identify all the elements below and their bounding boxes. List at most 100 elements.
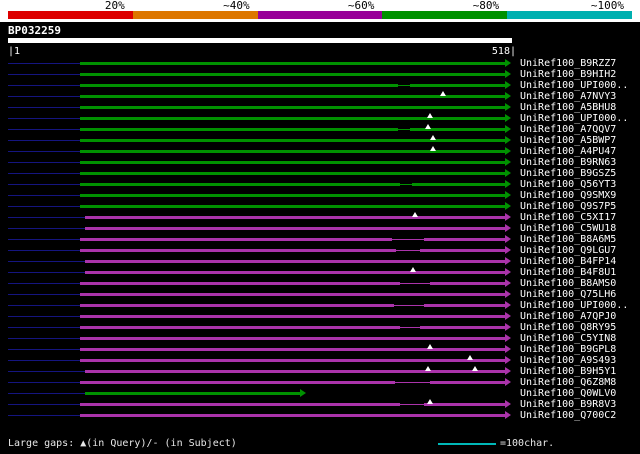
hit-label[interactable]: UniRef100_C5XI17 [520,212,616,223]
leader-line [8,184,80,185]
alignment-direction-arrow-icon [505,235,511,243]
hit-label[interactable]: UniRef100_B8A6M5 [520,234,616,245]
alignment-bar[interactable] [80,84,505,87]
alignment-direction-arrow-icon [505,356,511,364]
alignment-bar[interactable] [85,227,505,230]
alignment-bar[interactable] [80,359,505,362]
alignment-bar[interactable] [85,216,505,219]
alignment-bar[interactable] [80,249,505,252]
alignment-direction-arrow-icon [505,290,511,298]
hit-label[interactable]: UniRef100_B9R8V3 [520,399,616,410]
alignment-row: UniRef100_B9HIH2 [0,69,640,80]
alignment-direction-arrow-icon [505,114,511,122]
identity-key-bar [8,11,632,19]
query-gap-marker-icon [427,113,433,118]
hit-label[interactable]: UniRef100_C5YIN8 [520,333,616,344]
alignment-direction-arrow-icon [505,334,511,342]
alignment-bar[interactable] [80,381,505,384]
query-gap-marker-icon [427,399,433,404]
alignment-direction-arrow-icon [505,147,511,155]
alignment-direction-arrow-icon [505,92,511,100]
alignment-bar[interactable] [80,161,505,164]
hit-label[interactable]: UniRef100_B8AMS0 [520,278,616,289]
hit-label[interactable]: UniRef100_B4F8U1 [520,267,616,278]
alignment-bar[interactable] [85,260,505,263]
alignment-bar[interactable] [80,205,505,208]
hit-label[interactable]: UniRef100_B9HIH2 [520,69,616,80]
hit-label[interactable]: UniRef100_Q75LH6 [520,289,616,300]
alignment-bar[interactable] [80,106,505,109]
hit-label[interactable]: UniRef100_B4FP14 [520,256,616,267]
hit-label[interactable]: UniRef100_B9GSZ5 [520,168,616,179]
alignment-direction-arrow-icon [505,224,511,232]
hit-label[interactable]: UniRef100_Q9LGU7 [520,245,616,256]
alignment-row: UniRef100_B9RN63 [0,157,640,168]
alignment-bar[interactable] [80,128,505,131]
hit-label[interactable]: UniRef100_C5WU18 [520,223,616,234]
hit-label[interactable]: UniRef100_A7QPJ0 [520,311,616,322]
identity-key-segment [132,11,258,19]
alignment-bar[interactable] [80,172,505,175]
subject-gap-segment [395,381,430,384]
alignment-bar[interactable] [80,150,505,153]
alignment-bar[interactable] [80,238,505,241]
hit-label[interactable]: UniRef100_Q56YT3 [520,179,616,190]
hit-label[interactable]: UniRef100_B9GPL8 [520,344,616,355]
alignment-bar[interactable] [85,370,505,373]
alignment-bar[interactable] [80,183,505,186]
hit-label[interactable]: UniRef100_A5BHU8 [520,102,616,113]
leader-line [8,74,80,75]
alignment-bar[interactable] [80,139,505,142]
hit-label[interactable]: UniRef100_Q9SMX9 [520,190,616,201]
identity-color-key: 20% ~40% ~60% ~80% ~100% [0,0,640,22]
hit-label[interactable]: UniRef100_Q8RY95 [520,322,616,333]
hit-label[interactable]: UniRef100_B9RZZ7 [520,58,616,69]
alignment-row: UniRef100_B4FP14 [0,256,640,267]
alignment-bar[interactable] [80,117,505,120]
hit-label[interactable]: UniRef100_A7QQV7 [520,124,616,135]
leader-line [8,371,85,372]
leader-line [8,294,80,295]
leader-line [8,393,85,394]
alignment-bar[interactable] [80,293,505,296]
alignment-row: UniRef100_B8A6M5 [0,234,640,245]
alignment-row: UniRef100_UPI000.. [0,300,640,311]
alignment-direction-arrow-icon [505,345,511,353]
alignment-bar[interactable] [80,337,505,340]
alignment-direction-arrow-icon [505,169,511,177]
hit-label[interactable]: UniRef100_A9S493 [520,355,616,366]
alignment-bar[interactable] [85,271,505,274]
alignment-bar[interactable] [80,403,505,406]
hit-label[interactable]: UniRef100_UPI000.. [520,113,628,124]
alignment-direction-arrow-icon [505,312,511,320]
alignment-bar[interactable] [80,194,505,197]
alignment-bar[interactable] [85,392,300,395]
hit-label[interactable]: UniRef100_A7NVY3 [520,91,616,102]
hit-label[interactable]: UniRef100_B9RN63 [520,157,616,168]
query-bar [8,38,512,43]
alignment-bar[interactable] [80,62,505,65]
alignment-bar[interactable] [80,282,505,285]
subject-gap-segment [398,84,410,87]
hit-label[interactable]: UniRef100_B9H5Y1 [520,366,616,377]
alignment-bar[interactable] [80,326,505,329]
alignment-direction-arrow-icon [505,268,511,276]
alignment-bar[interactable] [80,304,505,307]
hit-label[interactable]: UniRef100_A4PU47 [520,146,616,157]
alignment-bar[interactable] [80,414,505,417]
hit-label[interactable]: UniRef100_UPI000.. [520,300,628,311]
hit-label[interactable]: UniRef100_UPI000.. [520,80,628,91]
scale-legend-line [438,443,496,445]
leader-line [8,404,80,405]
alignment-bar[interactable] [80,315,505,318]
subject-gap-segment [400,282,430,285]
alignment-bar[interactable] [80,73,505,76]
hit-label[interactable]: UniRef100_Q6Z8M8 [520,377,616,388]
hit-label[interactable]: UniRef100_Q0WLV0 [520,388,616,399]
alignment-bar[interactable] [80,348,505,351]
alignment-row: UniRef100_Q56YT3 [0,179,640,190]
hit-label[interactable]: UniRef100_A5BWP7 [520,135,616,146]
hit-label[interactable]: UniRef100_Q700C2 [520,410,616,421]
hit-label[interactable]: UniRef100_Q9S7P5 [520,201,616,212]
leader-line [8,250,80,251]
